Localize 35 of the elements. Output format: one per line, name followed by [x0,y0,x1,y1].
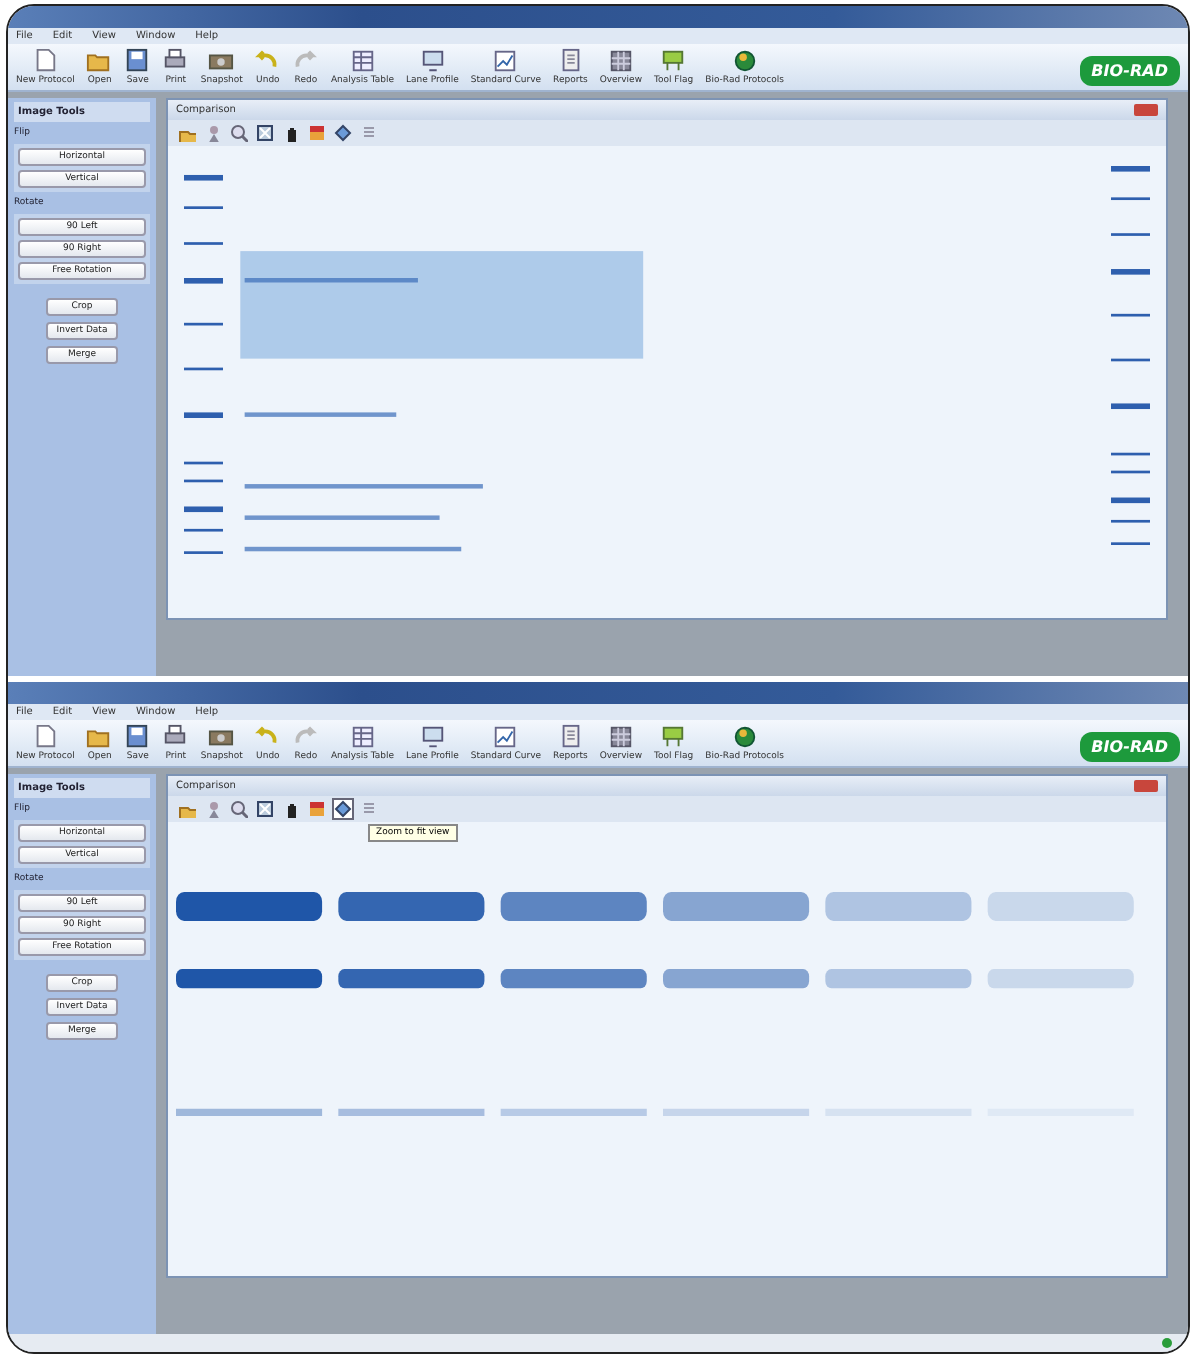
table-icon [349,724,376,750]
page-icon [32,724,59,750]
monitor-icon [419,48,446,74]
diamond-icon [334,124,352,142]
logo: BIO-RAD [1079,56,1180,86]
image-tool-button[interactable] [254,798,276,820]
image-tool-button[interactable] [332,122,354,144]
page-icon [32,48,59,74]
person-icon [204,124,222,142]
flag-icon [660,724,687,750]
color-swatch-icon [308,800,326,818]
person-icon [204,800,222,818]
flag-icon [660,48,687,74]
table-icon [349,48,376,74]
fit-icon [256,800,274,818]
color-swatch-icon [308,124,326,142]
chart-icon [492,48,519,74]
list-icon [360,124,378,142]
list-icon [360,800,378,818]
printer-icon [162,724,189,750]
grid-icon [607,724,634,750]
document-icon [557,724,584,750]
monitor-icon [419,724,446,750]
fit-icon [256,124,274,142]
diamond-icon [334,800,352,818]
chart-icon [492,724,519,750]
status-dot-icon [1162,1338,1172,1348]
image-tool-button[interactable] [332,798,354,820]
image-tool-button[interactable] [254,122,276,144]
logo: BIO-RAD [1079,732,1180,762]
globe-icon [731,724,758,750]
document-icon [557,48,584,74]
globe-icon [731,48,758,74]
grid-icon [607,48,634,74]
printer-icon [162,48,189,74]
